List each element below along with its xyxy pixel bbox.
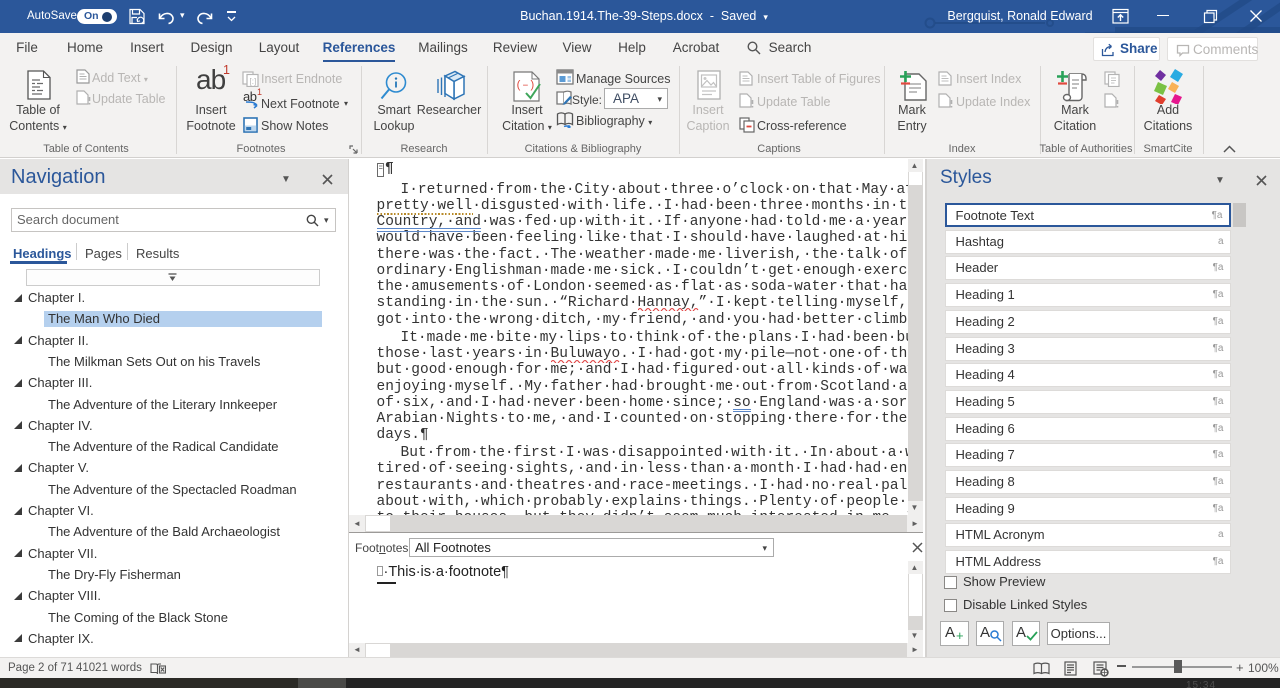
svg-text:(–): (–) xyxy=(516,80,536,92)
svg-text:[:]: [:] xyxy=(250,77,257,86)
